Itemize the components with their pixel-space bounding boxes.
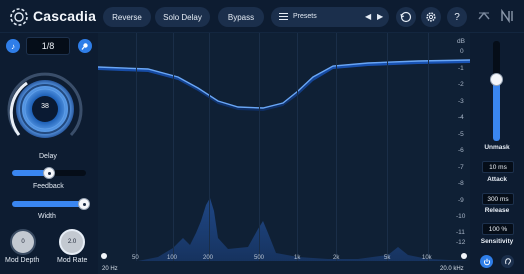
db-tick: -8	[458, 180, 464, 187]
db-tick: -2	[458, 81, 464, 88]
mod-rate-label: Mod Rate	[57, 257, 88, 264]
mod-depth-value: 0	[21, 239, 25, 245]
db-tick: -12	[456, 239, 466, 246]
db-tick: -6	[458, 147, 464, 154]
header-bar: Cascadia Reverse Solo Delay Bypass Prese…	[0, 0, 524, 33]
grid-line	[259, 33, 260, 261]
unmask-label: Unmask	[484, 144, 510, 151]
cascadia-logo-icon	[10, 8, 28, 26]
thumb-dot	[83, 203, 86, 206]
width-fill	[12, 201, 84, 207]
freq-tick: 5k	[384, 255, 391, 261]
sensitivity-field[interactable]: 100 %	[482, 223, 514, 235]
pin-icon	[81, 43, 88, 50]
freq-tick: 2k	[333, 255, 340, 261]
link-icon[interactable]	[477, 9, 491, 23]
feedback-thumb[interactable]	[43, 167, 55, 179]
freq-min-label: 20 Hz	[102, 266, 118, 272]
preset-next-icon[interactable]: ▶	[377, 12, 383, 21]
grid-line	[297, 33, 298, 261]
unmask-fill	[493, 79, 500, 141]
izotope-logo-icon	[501, 9, 513, 23]
delay-value: 38	[41, 103, 49, 110]
db-unit-label: dB	[457, 38, 465, 45]
unmask-thumb[interactable]	[490, 73, 503, 86]
unmask-slider[interactable]	[490, 41, 503, 141]
width-thumb[interactable]	[78, 198, 90, 210]
cascadia-plugin-window: Cascadia Reverse Solo Delay Bypass Prese…	[0, 0, 524, 274]
db-tick: -5	[458, 131, 464, 138]
freq-tick: 500	[254, 255, 265, 261]
right-control-panel: Unmask 10 ms Attack 300 ms Release 100 %…	[470, 33, 524, 274]
presets-menu[interactable]: Presets ◀ ▶	[271, 7, 389, 27]
power-button[interactable]	[480, 255, 493, 268]
freq-tick: 50	[132, 255, 139, 261]
delay-knob[interactable]: 38	[5, 69, 85, 149]
question-mark-icon: ?	[454, 11, 460, 23]
db-tick: -10	[456, 213, 466, 220]
freq-max-label: 20.0 kHz	[440, 266, 464, 272]
mod-depth-label: Mod Depth	[5, 257, 40, 264]
spectrum-graph	[98, 33, 470, 274]
preset-prev-icon[interactable]: ◀	[365, 12, 371, 21]
solo-delay-button[interactable]: Solo Delay	[155, 7, 210, 27]
note-sync-button[interactable]: ♪	[6, 39, 20, 53]
brand-title: Cascadia	[33, 8, 97, 24]
grid-line	[428, 33, 429, 261]
listen-button[interactable]	[501, 255, 514, 268]
db-tick: -1	[458, 65, 464, 72]
gear-icon	[426, 12, 436, 22]
db-tick: -3	[458, 98, 464, 105]
db-tick: -4	[458, 114, 464, 121]
sensitivity-label: Sensitivity	[480, 238, 514, 245]
power-icon	[483, 258, 490, 265]
lock-button[interactable]	[78, 39, 92, 53]
grid-line	[336, 33, 337, 261]
mod-rate-value: 2.0	[67, 239, 77, 245]
reverse-button[interactable]: Reverse	[103, 7, 151, 27]
grid-line	[136, 33, 137, 261]
bypass-button[interactable]: Bypass	[218, 7, 264, 27]
release-label: Release	[484, 207, 510, 214]
delay-label: Delay	[39, 153, 57, 160]
attack-label: Attack	[487, 176, 507, 183]
freq-tick: 1k	[294, 255, 301, 261]
db-tick: 0	[460, 48, 464, 55]
help-button[interactable]: ?	[447, 7, 467, 27]
music-note-icon: ♪	[11, 41, 15, 51]
history-button[interactable]	[396, 7, 416, 27]
db-tick: -11	[456, 229, 465, 236]
freq-tick: 200	[203, 255, 214, 261]
settings-button[interactable]	[421, 7, 441, 27]
ear-icon	[504, 257, 511, 265]
grid-line	[173, 33, 174, 261]
high-band-handle[interactable]	[460, 252, 468, 260]
freq-tick: 10k	[422, 255, 432, 261]
attack-field[interactable]: 10 ms	[482, 161, 514, 173]
presets-label: Presets	[293, 13, 317, 20]
eq-spectrum-display[interactable]: dB 0 -1 -2 -3 -4 -5 -6 -7 -8 -9 -10 -11 …	[98, 33, 470, 274]
low-band-handle[interactable]	[100, 252, 108, 260]
grid-line	[387, 33, 388, 261]
freq-tick: 100	[167, 255, 178, 261]
list-icon	[279, 13, 288, 20]
mod-depth-knob[interactable]: 0	[10, 229, 36, 255]
thumb-dot	[48, 172, 51, 175]
release-field[interactable]: 300 ms	[482, 193, 514, 205]
grid-line	[209, 33, 210, 261]
left-control-panel: ♪ 1/8 38 Delay Feedback Width 0 Mod Dept…	[0, 33, 98, 274]
width-slider[interactable]	[12, 198, 90, 210]
sync-value-field[interactable]: 1/8	[26, 37, 70, 55]
db-tick: -9	[458, 197, 464, 204]
width-label: Width	[38, 213, 56, 220]
mod-rate-knob[interactable]: 2.0	[59, 229, 85, 255]
feedback-slider[interactable]	[12, 167, 86, 179]
db-tick: -7	[458, 164, 464, 171]
feedback-label: Feedback	[33, 183, 64, 190]
history-icon	[400, 11, 412, 23]
